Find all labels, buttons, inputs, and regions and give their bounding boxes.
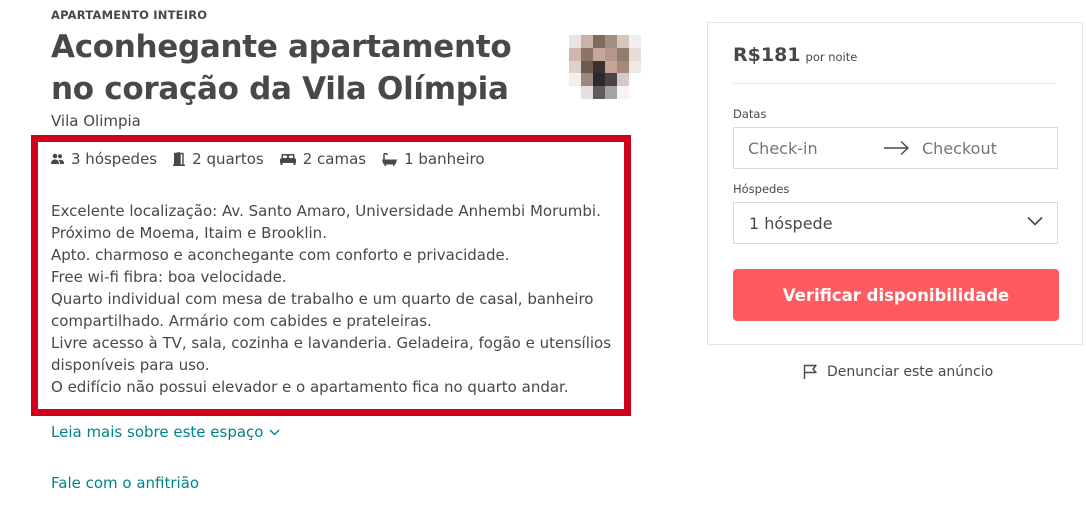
listing-type-label: APARTAMENTO INTEIRO (51, 8, 208, 22)
listing-title: Aconhegante apartamento no coração da Vi… (51, 29, 512, 107)
booking-panel: R$181 por noite Datas Check-in Checkout … (707, 22, 1083, 345)
amenity-label: 2 quartos (192, 150, 264, 168)
arrow-right-icon (884, 140, 910, 156)
host-avatar[interactable] (569, 35, 641, 99)
check-availability-button[interactable]: Verificar disponibilidade (733, 269, 1059, 321)
chevron-down-icon (269, 429, 280, 435)
description-line: Free wi-fi fibra: boa velocidade. (51, 268, 287, 286)
amenity-label: 3 hóspedes (71, 150, 158, 168)
description-line: Apto. charmoso e aconchegante com confor… (51, 246, 510, 264)
contact-host-link[interactable]: Fale com o anfitrião (51, 474, 199, 492)
amenity-bath: 1 banheiro (382, 150, 485, 168)
divider (733, 83, 1056, 84)
description-line: compartilhado. Armário com cabides e pra… (51, 312, 432, 330)
report-listing-link[interactable]: Denunciar este anúncio (803, 364, 993, 380)
date-range-picker: Check-in Checkout (733, 127, 1058, 169)
door-icon (173, 152, 186, 166)
guests-value: 1 hóspede (749, 213, 833, 233)
amenities-row: 3 hóspedes 2 quartos 2 camas 1 banheiro (51, 150, 501, 168)
guests-icon (51, 153, 64, 164)
nightly-price: R$181 (733, 44, 801, 66)
report-label: Denunciar este anúncio (827, 364, 994, 380)
amenity-label: 1 banheiro (404, 150, 485, 168)
read-more-label: Leia mais sobre este espaço (51, 423, 264, 441)
bed-icon (279, 154, 296, 165)
listing-description: Excelente localização: Av. Santo Amaro, … (51, 200, 621, 398)
dates-label: Datas (733, 107, 767, 121)
amenity-guests: 3 hóspedes (51, 150, 157, 168)
amenity-rooms: 2 quartos (173, 150, 264, 168)
checkout-input[interactable]: Checkout (922, 139, 997, 158)
description-line: Livre acesso à TV, sala, cozinha e lavan… (51, 334, 612, 352)
description-line: disponíveis para uso. (51, 356, 210, 374)
read-more-link[interactable]: Leia mais sobre este espaço (51, 423, 280, 441)
per-night-label: por noite (805, 50, 858, 64)
guests-label: Hóspedes (733, 182, 790, 196)
flag-icon (803, 364, 817, 379)
amenity-label: 2 camas (302, 150, 367, 168)
chevron-down-icon (1027, 216, 1043, 226)
guests-select[interactable]: 1 hóspede (733, 202, 1058, 244)
description-line: Próximo de Moema, Itaim e Brooklin. (51, 224, 327, 242)
price-row: R$181 por noite (733, 44, 857, 66)
listing-location[interactable]: Vila Olimpia (51, 112, 141, 130)
description-line: O edifício não possui elevador e o apart… (51, 378, 569, 396)
amenity-beds: 2 camas (279, 150, 367, 168)
checkin-input[interactable]: Check-in (748, 139, 818, 158)
bath-icon (382, 152, 398, 166)
description-line: Quarto individual com mesa de trabalho e… (51, 290, 594, 308)
description-line: Excelente localização: Av. Santo Amaro, … (51, 202, 601, 220)
